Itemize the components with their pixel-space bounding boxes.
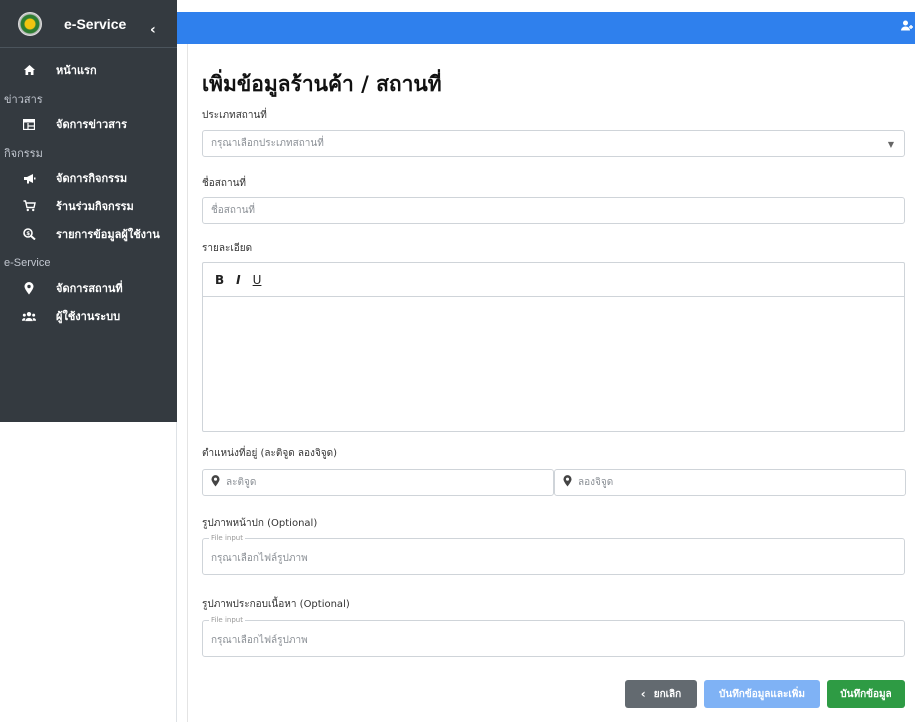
map-pin-icon [211,475,220,490]
location-label: ตำแหน่งที่อยู่ (ละติจูด ลองจิจูด) [202,448,338,459]
search-dollar-icon: $ [22,228,36,240]
latitude-placeholder: ละติจูด [226,477,257,488]
place-name-label: ชื่อสถานที่ [202,178,246,189]
details-label: รายละเอียด [202,243,253,254]
cart-icon [22,200,36,212]
map-pin-icon [22,281,36,295]
sidebar-header-eservice: e-Service [4,257,51,269]
details-rich-text-editor[interactable]: B I U [202,262,905,432]
chevron-left-icon: ‹ [640,687,646,701]
sidebar-item-system-users[interactable]: ผู้ใช้งานระบบ [0,302,177,330]
brand-name: e-Service [64,15,127,32]
sidebar-item-label: หน้าแรก [56,64,97,77]
sidebar-empty-area [0,422,177,722]
bold-button[interactable]: B [215,273,224,287]
save-button-label: บันทึกข้อมูล [840,688,892,700]
sidebar-item-label: จัดการสถานที่ [56,282,123,295]
svg-text:$: $ [26,231,30,237]
save-and-add-button[interactable]: บันทึกข้อมูลและเพิ่ม [704,680,820,708]
sidebar-header-activities: กิจกรรม [4,148,43,160]
logo-icon [18,11,42,36]
latitude-input[interactable]: ละติจูด [202,469,554,496]
cancel-button[interactable]: ‹ ยกเลิก [625,680,697,708]
cover-image-placeholder: กรุณาเลือกไฟล์รูปภาพ [211,553,308,564]
sidebar: e-Service ‹ หน้าแรก ข่าวสาร จัดการข่าวสา… [0,0,177,422]
italic-button[interactable]: I [236,273,240,287]
newspaper-icon [22,118,36,130]
megaphone-icon [22,173,36,184]
underline-button[interactable]: U [253,273,262,287]
sidebar-item-label: ผู้ใช้งานระบบ [56,310,121,323]
longitude-placeholder: ลองจิจูด [578,477,614,488]
place-name-input[interactable]: ชื่อสถานที่ [202,197,905,224]
user-icon[interactable] [901,20,913,34]
top-navbar [177,12,915,44]
content-images-label: รูปภาพประกอบเนื้อหา (Optional) [202,599,350,610]
sidebar-item-label: จัดการข่าวสาร [56,118,128,131]
longitude-input[interactable]: ลองจิจูด [554,469,906,496]
users-icon [22,311,36,322]
chevron-down-icon: ▼ [887,140,894,149]
sidebar-item-manage-places[interactable]: จัดการสถานที่ [0,274,177,302]
sidebar-item-home[interactable]: หน้าแรก [0,56,177,84]
file-input-legend: File input [209,534,245,542]
sidebar-item-participating-shops[interactable]: ร้านร่วมกิจกรรม [0,192,177,220]
sidebar-item-label: ร้านร่วมกิจกรรม [56,200,134,213]
sidebar-item-label: รายการข้อมูลผู้ใช้งาน [56,228,160,241]
sidebar-item-label: จัดการกิจกรรม [56,172,128,185]
sidebar-item-user-data-list[interactable]: $ รายการข้อมูลผู้ใช้งาน [0,220,177,248]
home-icon [22,64,36,76]
cancel-button-label: ยกเลิก [653,688,682,700]
place-name-placeholder: ชื่อสถานที่ [211,205,255,216]
cover-image-file-input[interactable]: File input กรุณาเลือกไฟล์รูปภาพ [202,534,905,575]
page-title: เพิ่มข้อมูลร้านค้า / สถานที่ [202,72,442,96]
cover-image-label: รูปภาพหน้าปก (Optional) [202,518,318,529]
place-type-label: ประเภทสถานที่ [202,110,267,121]
collapse-sidebar-icon[interactable]: ‹ [150,22,156,38]
content-images-file-input[interactable]: File input กรุณาเลือกไฟล์รูปภาพ [202,616,905,657]
sidebar-item-manage-news[interactable]: จัดการข่าวสาร [0,110,177,138]
sidebar-item-manage-activities[interactable]: จัดการกิจกรรม [0,164,177,192]
save-button[interactable]: บันทึกข้อมูล [827,680,905,708]
map-pin-icon [563,475,572,490]
main-content: เพิ่มข้อมูลร้านค้า / สถานที่ ประเภทสถานท… [187,44,915,722]
sidebar-header-news: ข่าวสาร [4,94,43,106]
save-and-add-button-label: บันทึกข้อมูลและเพิ่ม [719,688,805,700]
place-type-placeholder: กรุณาเลือกประเภทสถานที่ [211,138,324,149]
content-images-placeholder: กรุณาเลือกไฟล์รูปภาพ [211,635,308,646]
editor-toolbar: B I U [203,263,904,297]
file-input-legend: File input [209,616,245,624]
place-type-select[interactable]: กรุณาเลือกประเภทสถานที่ ▼ [202,130,905,157]
